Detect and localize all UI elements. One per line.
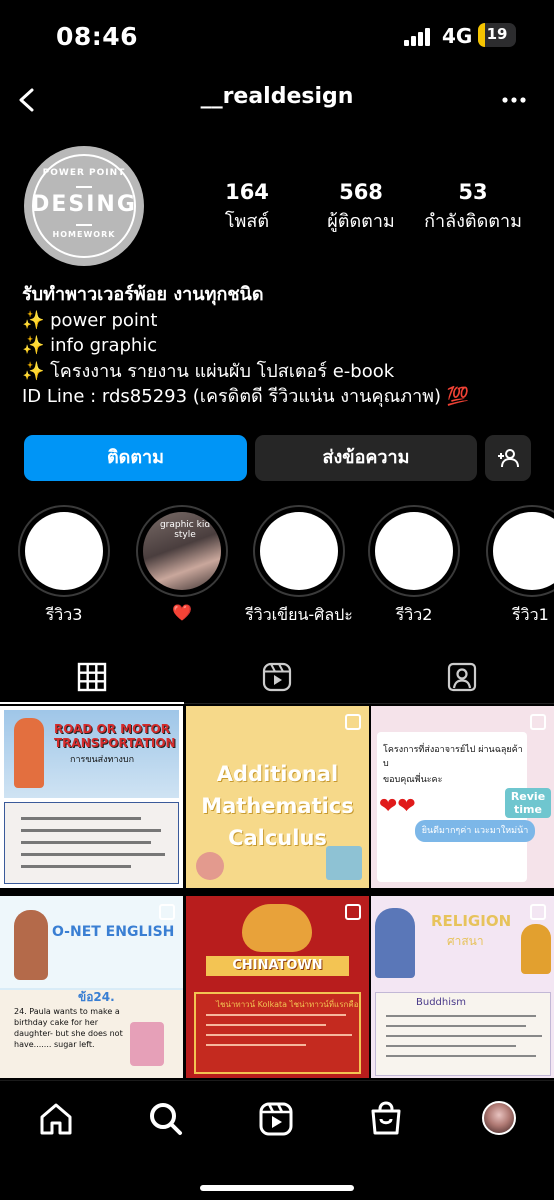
stat-followers[interactable]: 568 ผู้ติดตาม: [316, 180, 406, 235]
highlight-item[interactable]: รีวิวเขียน-ศิลปะ: [245, 505, 353, 628]
post-thumbnail[interactable]: ROAD OR MOTOR TRANSPORTATION การขนส่งทาง…: [0, 706, 183, 888]
more-horizontal-icon[interactable]: [500, 86, 528, 114]
question-text: 24. Paula wants to make a birthday cake …: [14, 1007, 123, 1049]
reels-icon: [262, 662, 292, 692]
chat-bubble: ยินดีมากๆค่า แวะมาใหม่น้า: [415, 820, 535, 842]
bio-name: รับทำพาวเวอร์พ้อย งานทุกชนิด: [22, 284, 264, 305]
highlight-label: รีวิวเขียน-ศิลปะ: [245, 605, 353, 624]
chat-text: ขอบคุณพี่นะคะ: [383, 775, 443, 785]
stat-posts: 164 โพสต์: [212, 180, 282, 235]
add-person-button[interactable]: [485, 435, 531, 481]
username-title: __realdesign: [200, 84, 354, 109]
multiple-photos-icon: [345, 714, 361, 730]
bottom-nav: [0, 1080, 554, 1200]
deity-illustration: [375, 908, 415, 978]
cake-illustration: [130, 1022, 164, 1066]
stat-posts-value: 164: [225, 180, 269, 204]
chat-text: โครงการที่ส่งอาจารย์ไป ผ่านฉลุยค้าบ: [383, 745, 523, 769]
highlight-label: ❤️: [172, 603, 192, 622]
highlight-label: รีวิว3: [45, 605, 83, 624]
hearts-icon: ❤❤: [379, 794, 416, 819]
signal-icon: [404, 28, 432, 46]
highlight-photo-caption: graphic kid style: [159, 520, 211, 540]
posts-grid: ROAD OR MOTOR TRANSPORTATION การขนส่งทาง…: [0, 706, 554, 1080]
highlight-label: รีวิว1: [512, 605, 549, 624]
post-subtitle: ไชน่าทาวน์ Kolkata ไชน่าทาวน์ที่แรกคือ: [216, 1000, 359, 1009]
avatar-main-text: DESING: [31, 192, 137, 217]
reels-icon[interactable]: [256, 1099, 296, 1139]
bio-line: ✨ info graphic: [22, 335, 158, 356]
post-thumbnail[interactable]: O-NET ENGLISH ข้อ24. 24. Paula wants to …: [0, 896, 183, 1078]
stat-following-value: 53: [458, 180, 488, 204]
profile-bio: รับทำพาวเวอร์พ้อย งานทุกชนิด ✨ power poi…: [22, 282, 542, 410]
home-indicator: [200, 1185, 354, 1191]
post-thumbnail[interactable]: โครงการที่ส่งอาจารย์ไป ผ่านฉลุยค้าบ ขอบค…: [371, 706, 554, 888]
profile-avatar[interactable]: POWER POINT DESING HOMEWORK: [24, 146, 144, 266]
bio-line: ✨ power point: [22, 309, 158, 331]
highlight-cover: [368, 505, 460, 597]
status-bar: 08:46 4G 19: [0, 0, 554, 72]
post-title: CHINATOWN: [206, 956, 349, 976]
question-number: ข้อ24.: [78, 990, 115, 1004]
stat-followers-label: ผู้ติดตาม: [327, 211, 395, 232]
stat-posts-label: โพสต์: [224, 211, 270, 232]
tab-tagged[interactable]: [370, 652, 554, 704]
stat-followers-value: 568: [339, 180, 383, 204]
multiple-photos-icon: [159, 904, 175, 920]
bio-line: ID Line : rds85293 (เครดิตดี รีวิวแน่น ง…: [22, 386, 470, 407]
section-title: Buddhism: [416, 997, 466, 1008]
post-thumbnail[interactable]: RELIGION ศาสนา Buddhism: [371, 896, 554, 1078]
post-title: Additional Mathematics Calculus: [201, 762, 354, 850]
avatar-top-text: POWER POINT: [42, 168, 126, 178]
highlight-cover: [486, 505, 554, 597]
highlight-item[interactable]: รีวิว3: [18, 505, 110, 628]
highlight-cover: graphic kid style: [136, 505, 228, 597]
add-person-icon: [498, 449, 519, 468]
highlight-label: รีวิว2: [395, 605, 433, 624]
avatar-bottom-text: HOMEWORK: [52, 230, 116, 239]
profile-avatar-tab[interactable]: [482, 1101, 516, 1135]
review-badge: Revie time: [505, 788, 551, 818]
status-time: 08:46: [56, 22, 139, 51]
post-title: ROAD OR MOTOR TRANSPORTATION: [54, 722, 176, 750]
post-thumbnail[interactable]: CHINATOWN ไชน่าทาวน์ Kolkata ไชน่าทาวน์ท…: [186, 896, 369, 1078]
avatar-divider: [76, 224, 92, 226]
buddha-illustration: [521, 924, 551, 974]
multiple-photos-icon: [530, 714, 546, 730]
multiple-photos-icon: [345, 904, 361, 920]
tiger-illustration: [242, 904, 312, 952]
multiple-photos-icon: [530, 904, 546, 920]
battery-level: 19: [486, 25, 508, 43]
post-title: O-NET ENGLISH: [52, 924, 175, 940]
avatar-divider: [76, 186, 92, 188]
tab-posts-grid[interactable]: [0, 652, 184, 704]
illustration-person: [14, 718, 44, 788]
search-icon[interactable]: [146, 1099, 186, 1139]
highlight-item[interactable]: graphic kid style ❤️: [136, 505, 228, 622]
illustration-person: [14, 910, 48, 980]
post-subtitle: การขนส่งทางบก: [70, 755, 135, 765]
highlight-item[interactable]: รีวิว2: [368, 505, 460, 628]
post-subtitle: ศาสนา: [447, 934, 484, 948]
message-button[interactable]: ส่งข้อความ: [255, 435, 477, 481]
post-thumbnail[interactable]: Additional Mathematics Calculus: [186, 706, 369, 888]
stat-following[interactable]: 53 กำลังติดตาม: [418, 180, 528, 235]
follow-button[interactable]: ติดตาม: [24, 435, 247, 481]
tab-reels[interactable]: [185, 652, 369, 704]
bio-line: ✨ โครงงาน รายงาน แผ่นผับ โปสเตอร์ e-book: [22, 360, 395, 382]
grid-icon: [77, 662, 107, 692]
battery-icon: 19: [478, 23, 516, 47]
highlight-item[interactable]: รีวิว1: [486, 505, 554, 628]
home-icon[interactable]: [36, 1099, 76, 1139]
network-type: 4G: [442, 24, 473, 48]
profile-tabs: [0, 652, 554, 704]
highlight-cover: [253, 505, 345, 597]
tagged-icon: [447, 662, 477, 692]
post-title: RELIGION: [431, 912, 512, 930]
profile-header: __realdesign: [0, 72, 554, 128]
shop-icon[interactable]: [366, 1099, 406, 1139]
highlight-cover: [18, 505, 110, 597]
stat-following-label: กำลังติดตาม: [424, 211, 522, 232]
